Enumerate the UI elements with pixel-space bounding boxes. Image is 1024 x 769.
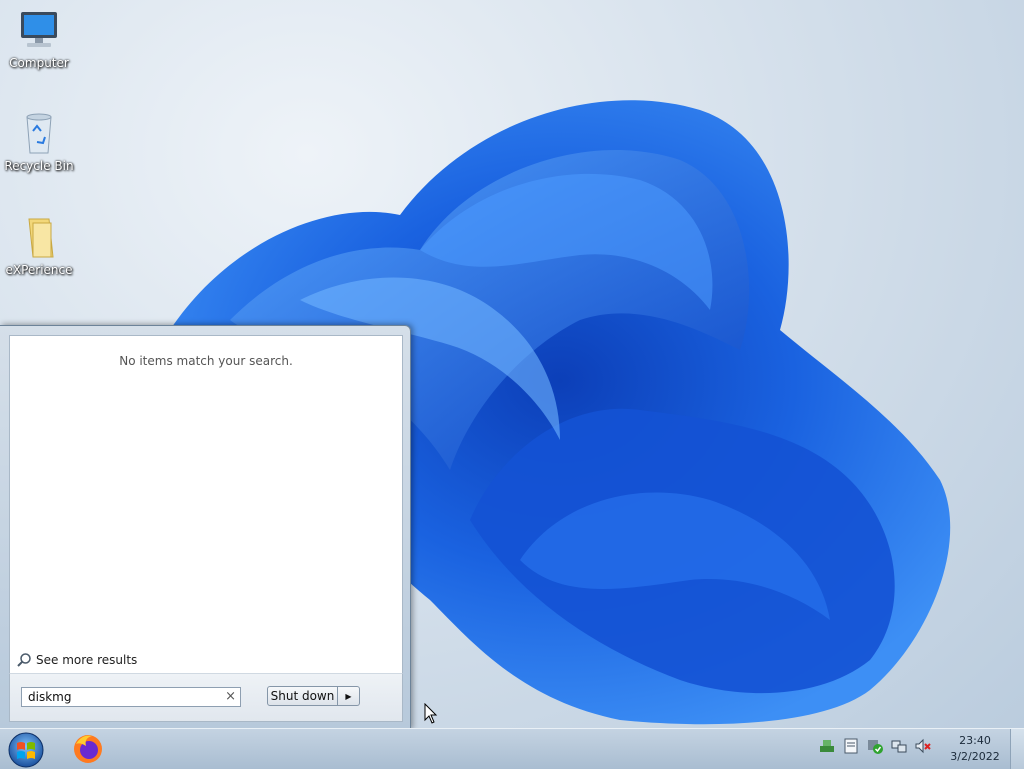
desktop-icon-recycle-bin[interactable]: Recycle Bin bbox=[1, 111, 77, 173]
taskbar-clock[interactable]: 23:40 3/2/2022 bbox=[944, 733, 1006, 765]
search-input[interactable]: diskmg × bbox=[21, 687, 241, 707]
computer-icon bbox=[21, 12, 57, 47]
folder-icon bbox=[28, 218, 54, 258]
clock-date: 3/2/2022 bbox=[950, 750, 1000, 763]
desktop-icon-label: eXPerience bbox=[5, 263, 73, 277]
connection-icon[interactable] bbox=[890, 737, 908, 755]
volume-muted-icon[interactable] bbox=[914, 737, 932, 755]
desktop-icon-label: Recycle Bin bbox=[4, 159, 74, 173]
security-icon[interactable] bbox=[866, 737, 884, 755]
no-results-message: No items match your search. bbox=[119, 354, 293, 368]
clock-time: 23:40 bbox=[959, 734, 991, 747]
search-input-value: diskmg bbox=[28, 690, 72, 704]
desktop-icon-experience[interactable]: eXPerience bbox=[1, 215, 77, 277]
search-icon bbox=[17, 653, 31, 667]
system-tray bbox=[818, 737, 932, 755]
firefox-icon bbox=[74, 735, 102, 763]
shutdown-options-arrow-icon[interactable]: ▶ bbox=[338, 686, 360, 706]
taskbar-firefox-button[interactable] bbox=[70, 732, 106, 766]
document-icon[interactable] bbox=[842, 737, 860, 755]
recycle-bin-icon bbox=[26, 113, 52, 154]
desktop-icon-computer[interactable]: Computer bbox=[1, 8, 77, 70]
desktop-icon-label: Computer bbox=[9, 56, 69, 70]
see-more-results-label: See more results bbox=[36, 653, 138, 667]
mouse-cursor-icon bbox=[424, 703, 438, 724]
see-more-results-link[interactable]: See more results bbox=[16, 652, 137, 668]
network-icon[interactable] bbox=[818, 737, 836, 755]
start-button[interactable] bbox=[7, 731, 45, 769]
search-results-pane: No items match your search. See more res… bbox=[9, 335, 403, 674]
start-menu-footer: diskmg × Shut down ▶ bbox=[9, 673, 403, 722]
show-desktop-button[interactable] bbox=[1010, 729, 1024, 769]
shutdown-control: Shut down ▶ bbox=[267, 686, 360, 706]
clear-search-icon[interactable]: × bbox=[225, 689, 236, 704]
taskbar: 23:40 3/2/2022 bbox=[0, 728, 1024, 769]
start-menu: No items match your search. See more res… bbox=[0, 325, 411, 730]
shutdown-button[interactable]: Shut down bbox=[267, 686, 338, 706]
